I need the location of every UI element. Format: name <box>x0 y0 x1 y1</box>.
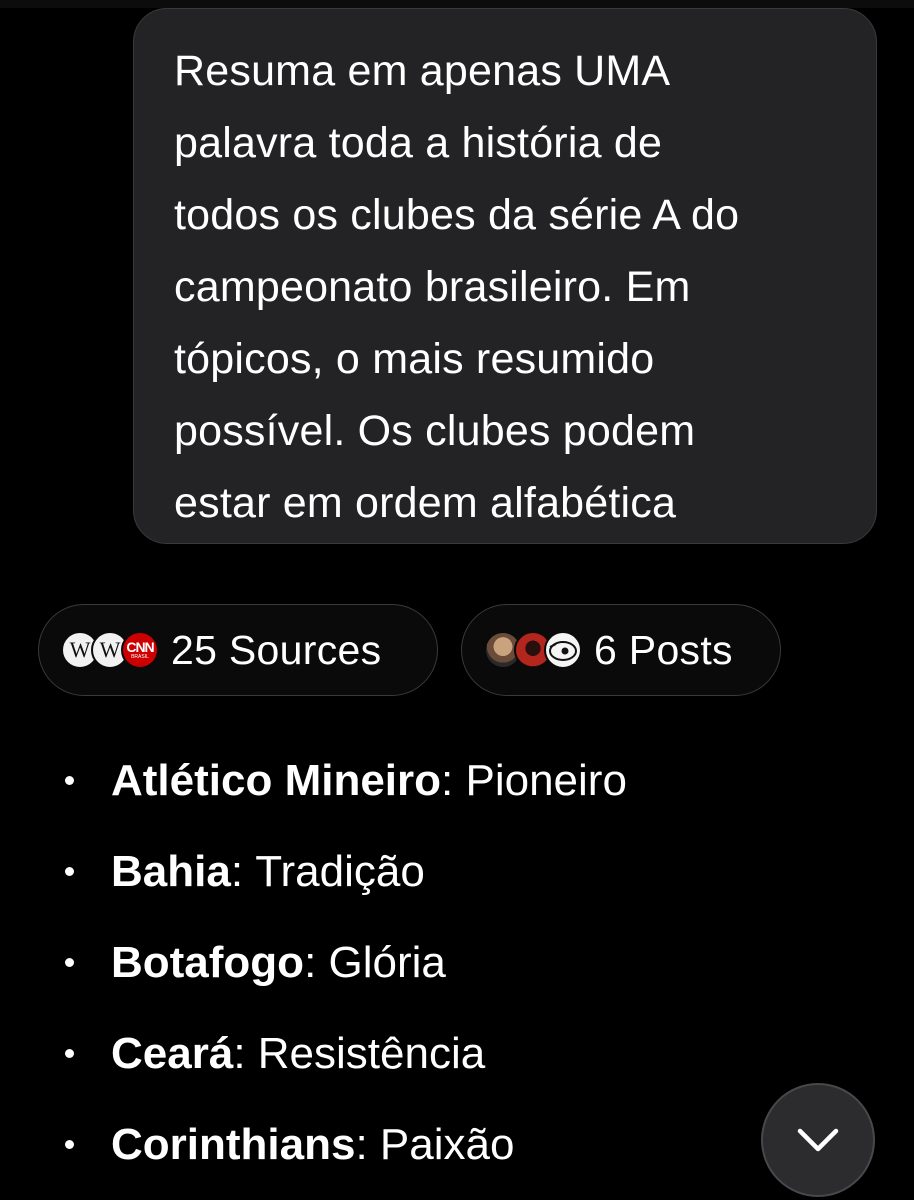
sources-icons: W W CNN BRASIL <box>61 631 159 669</box>
user-message-bubble: Resuma em apenas UMA palavra toda a hist… <box>133 8 877 544</box>
separator: : <box>230 846 256 896</box>
list-item: Ceará: Resistência <box>60 1008 627 1099</box>
club-name: Atlético Mineiro <box>111 755 442 805</box>
sources-chip[interactable]: W W CNN BRASIL 25 Sources <box>38 604 438 696</box>
club-word: Glória <box>328 937 446 987</box>
posts-chip-label: 6 Posts <box>594 626 733 673</box>
list-item: Atlético Mineiro: Pioneiro <box>60 735 627 826</box>
chevron-down-icon <box>797 1128 839 1152</box>
separator: : <box>304 937 329 987</box>
top-strip <box>0 0 914 8</box>
separator: : <box>355 1119 380 1169</box>
club-name: Bahia <box>111 846 231 896</box>
cnn-brasil-icon: CNN BRASIL <box>121 631 159 669</box>
club-word: Tradição <box>255 846 425 896</box>
user-avatar-drawing <box>549 641 577 661</box>
club-name: Corinthians <box>111 1119 356 1169</box>
list-item: Corinthians: Paixão <box>60 1099 627 1190</box>
separator: : <box>441 755 466 805</box>
club-name: Ceará <box>111 1028 234 1078</box>
club-word: Resistência <box>257 1028 486 1078</box>
user-message-text: Resuma em apenas UMA palavra toda a hist… <box>174 47 740 527</box>
user-avatar <box>544 631 582 669</box>
club-word: Pioneiro <box>465 755 627 805</box>
list-item: Bahia: Tradição <box>60 826 627 917</box>
club-word: Paixão <box>379 1119 515 1169</box>
bullet <box>65 1049 74 1058</box>
bullet <box>65 776 74 785</box>
separator: : <box>233 1028 258 1078</box>
scroll-to-bottom-button[interactable] <box>761 1083 875 1197</box>
sources-chip-label: 25 Sources <box>171 626 382 673</box>
bullet <box>65 867 74 876</box>
posts-avatars <box>484 631 582 669</box>
answer-list: Atlético Mineiro: Pioneiro Bahia: Tradiç… <box>60 735 627 1190</box>
bullet <box>65 958 74 967</box>
club-name: Botafogo <box>111 937 305 987</box>
bullet <box>65 1140 74 1149</box>
posts-chip[interactable]: 6 Posts <box>461 604 781 696</box>
list-item: Botafogo: Glória <box>60 917 627 1008</box>
